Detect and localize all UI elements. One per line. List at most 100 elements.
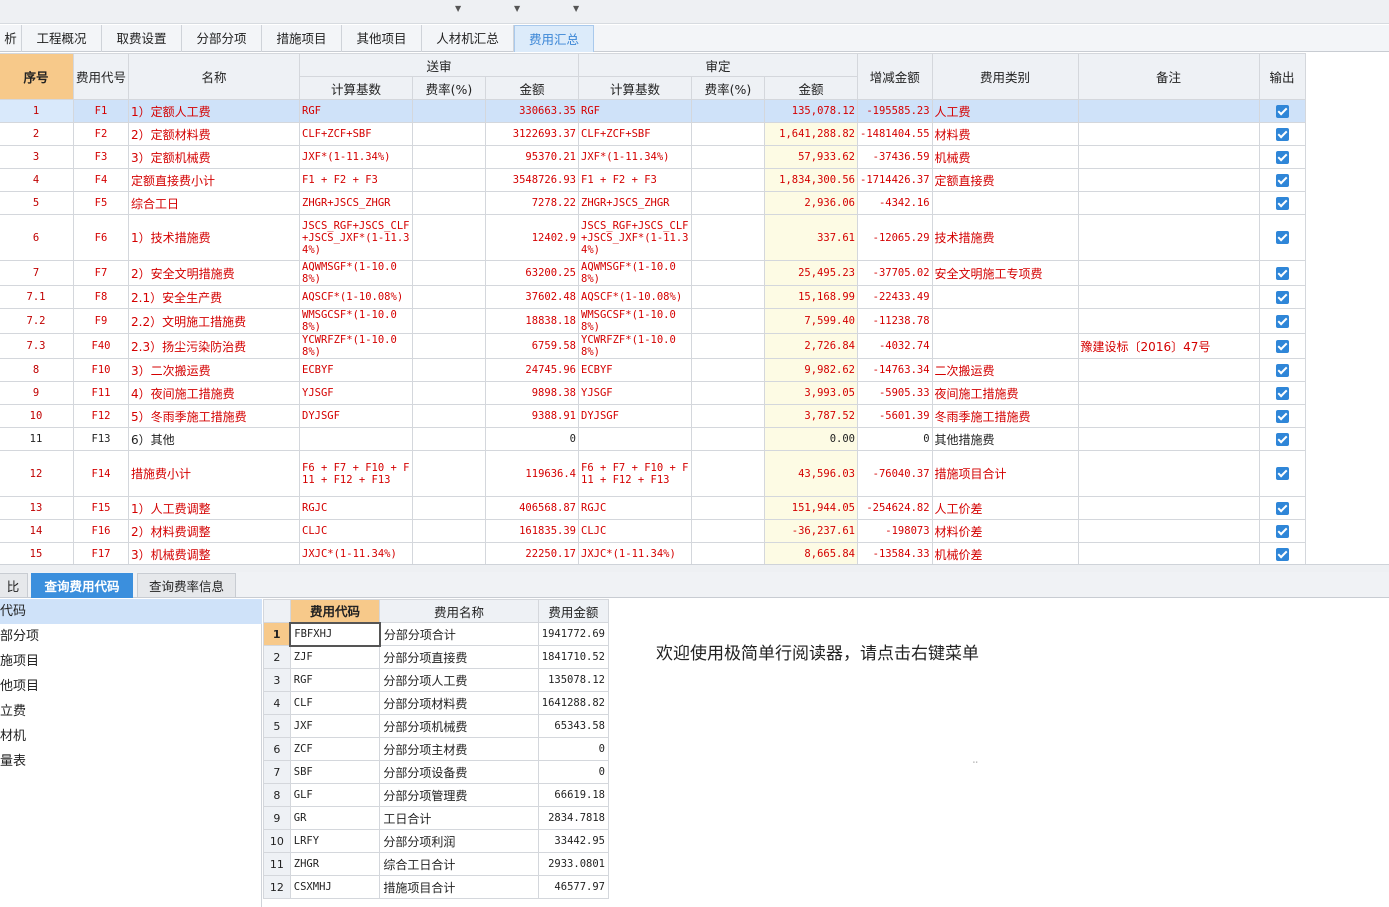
- row-audit-amount[interactable]: 57,933.62: [764, 145, 858, 169]
- table-row[interactable]: 8 F10 3）二次搬运费 ECBYF 24745.96 ECBYF 9,982.62 -14…: [0, 358, 1306, 382]
- row-submit-rate[interactable]: [412, 99, 486, 123]
- row-diff-amount[interactable]: -254624.82: [857, 496, 933, 520]
- row-submit-amount[interactable]: 119636.4: [485, 450, 579, 497]
- row-audit-rate[interactable]: [691, 285, 765, 309]
- row-audit-amount[interactable]: 2,726.84: [764, 333, 858, 359]
- row-seq[interactable]: 10: [0, 404, 74, 428]
- row-fee-category[interactable]: 材料费: [931, 122, 1079, 146]
- row-fee-category[interactable]: 安全文明施工专项费: [931, 260, 1079, 286]
- row-fee-category[interactable]: [931, 308, 1079, 334]
- row-fee-name[interactable]: 2.3）扬尘污染防治费: [128, 333, 300, 359]
- column-header-diff[interactable]: 增减金额: [857, 53, 933, 100]
- row-submit-base[interactable]: AQWMSGF*(1-10.08%): [299, 260, 413, 286]
- column-header-seq[interactable]: 序号: [0, 53, 74, 100]
- table-row[interactable]: 7 SBF 分部分项设备费 0: [263, 760, 609, 784]
- column-header-fee-code[interactable]: 费用代码: [289, 599, 381, 623]
- row-fee-code[interactable]: F3: [73, 145, 129, 169]
- row-submit-base[interactable]: AQSCF*(1-10.08%): [299, 285, 413, 309]
- row-fee-name[interactable]: 2）安全文明措施费: [128, 260, 300, 286]
- row-audit-rate[interactable]: [691, 99, 765, 123]
- row-fee-code[interactable]: F9: [73, 308, 129, 334]
- checkbox-checked-icon[interactable]: [1275, 196, 1289, 210]
- fee-code-cell[interactable]: CLF: [289, 691, 381, 715]
- tree-item[interactable]: 立费: [0, 699, 262, 724]
- fee-code-cell[interactable]: GLF: [289, 783, 381, 807]
- row-audit-rate[interactable]: [691, 308, 765, 334]
- fee-amount-cell[interactable]: 1941772.69: [537, 622, 609, 646]
- row-fee-name[interactable]: 3）定额机械费: [128, 145, 300, 169]
- row-audit-rate[interactable]: [691, 145, 765, 169]
- row-note[interactable]: [1077, 99, 1260, 123]
- column-header-audit-rate[interactable]: 费率(%): [691, 76, 765, 100]
- row-submit-amount[interactable]: 406568.87: [485, 496, 579, 520]
- checkbox-checked-icon[interactable]: [1275, 150, 1289, 164]
- row-fee-category[interactable]: 定额直接费: [931, 168, 1079, 192]
- column-header-category[interactable]: 费用类别: [931, 53, 1079, 100]
- checkbox-checked-icon[interactable]: [1275, 547, 1289, 561]
- table-row[interactable]: 7.1 F8 2.1）安全生产费 AQSCF*(1-10.08%) 37602.48 AQ…: [0, 285, 1306, 309]
- fee-code-cell[interactable]: LRFY: [289, 829, 381, 853]
- row-submit-rate[interactable]: [412, 519, 486, 543]
- column-header-fee-name[interactable]: 费用名称: [379, 599, 539, 623]
- row-fee-name[interactable]: 3）机械费调整: [128, 542, 300, 564]
- fee-amount-cell[interactable]: 0: [537, 760, 609, 784]
- row-number[interactable]: 7: [263, 760, 291, 784]
- row-diff-amount[interactable]: -5601.39: [857, 404, 933, 428]
- row-submit-amount[interactable]: 24745.96: [485, 358, 579, 382]
- row-audit-base[interactable]: ZHGR+JSCS_ZHGR: [578, 191, 692, 215]
- table-row[interactable]: 12 F14 措施费小计 F6 + F7 + F10 + F11 + F12 + F1…: [0, 450, 1306, 497]
- fee-name-cell[interactable]: 分部分项管理费: [379, 783, 539, 807]
- row-note[interactable]: [1077, 122, 1260, 146]
- row-number[interactable]: 3: [263, 668, 291, 692]
- checkbox-checked-icon[interactable]: [1275, 104, 1289, 118]
- fee-amount-cell[interactable]: 1641288.82: [537, 691, 609, 715]
- checkbox-checked-icon[interactable]: [1275, 386, 1289, 400]
- row-submit-rate[interactable]: [412, 191, 486, 215]
- tab-query-fee-rate[interactable]: 查询费率信息: [137, 573, 236, 598]
- row-fee-name[interactable]: 1）人工费调整: [128, 496, 300, 520]
- table-row[interactable]: 15 F17 3）机械费调整 JXJC*(1-11.34%) 22250.17 JXJC*…: [0, 542, 1306, 564]
- row-audit-base[interactable]: AQWMSGF*(1-10.08%): [578, 260, 692, 286]
- fee-name-cell[interactable]: 分部分项主材费: [379, 737, 539, 761]
- row-fee-name[interactable]: 定额直接费小计: [128, 168, 300, 192]
- table-row[interactable]: 2 ZJF 分部分项直接费 1841710.52: [263, 645, 609, 669]
- row-fee-code[interactable]: F8: [73, 285, 129, 309]
- row-fee-code[interactable]: F40: [73, 333, 129, 359]
- row-fee-name[interactable]: 2）材料费调整: [128, 519, 300, 543]
- row-fee-category[interactable]: 材料价差: [931, 519, 1079, 543]
- row-audit-base[interactable]: RGJC: [578, 496, 692, 520]
- fee-name-cell[interactable]: 分部分项设备费: [379, 760, 539, 784]
- row-fee-name[interactable]: 2）定额材料费: [128, 122, 300, 146]
- tab-6[interactable]: 人材机汇总: [422, 25, 514, 52]
- row-submit-base[interactable]: CLJC: [299, 519, 413, 543]
- tree-item[interactable]: 代码: [0, 599, 262, 624]
- row-note[interactable]: [1077, 145, 1260, 169]
- row-audit-amount[interactable]: 3,993.05: [764, 381, 858, 405]
- row-fee-category[interactable]: 二次搬运费: [931, 358, 1079, 382]
- table-row[interactable]: 8 GLF 分部分项管理费 66619.18: [263, 783, 609, 807]
- row-fee-category[interactable]: 技术措施费: [931, 214, 1079, 261]
- row-submit-rate[interactable]: [412, 333, 486, 359]
- row-audit-amount[interactable]: 135,078.12: [764, 99, 858, 123]
- fee-code-cell[interactable]: CSXMHJ: [289, 875, 381, 899]
- row-diff-amount[interactable]: -198073: [857, 519, 933, 543]
- row-audit-amount[interactable]: -36,237.61: [764, 519, 858, 543]
- row-fee-name[interactable]: 5）冬雨季施工措施费: [128, 404, 300, 428]
- row-seq[interactable]: 7: [0, 260, 74, 286]
- row-fee-code[interactable]: F12: [73, 404, 129, 428]
- fee-name-cell[interactable]: 分部分项人工费: [379, 668, 539, 692]
- row-note[interactable]: [1077, 519, 1260, 543]
- row-seq[interactable]: 9: [0, 381, 74, 405]
- fee-name-cell[interactable]: 分部分项机械费: [379, 714, 539, 738]
- table-row[interactable]: 6 ZCF 分部分项主材费 0: [263, 737, 609, 761]
- checkbox-checked-icon[interactable]: [1275, 127, 1289, 141]
- row-fee-category[interactable]: 机械费: [931, 145, 1079, 169]
- fee-amount-cell[interactable]: 135078.12: [537, 668, 609, 692]
- row-note[interactable]: [1077, 450, 1260, 497]
- row-submit-amount[interactable]: 3548726.93: [485, 168, 579, 192]
- checkbox-checked-icon[interactable]: [1275, 231, 1289, 244]
- row-audit-amount[interactable]: 1,641,288.82: [764, 122, 858, 146]
- row-audit-rate[interactable]: [691, 496, 765, 520]
- column-header-submit-rate[interactable]: 费率(%): [412, 76, 486, 100]
- row-audit-base[interactable]: JXF*(1-11.34%): [578, 145, 692, 169]
